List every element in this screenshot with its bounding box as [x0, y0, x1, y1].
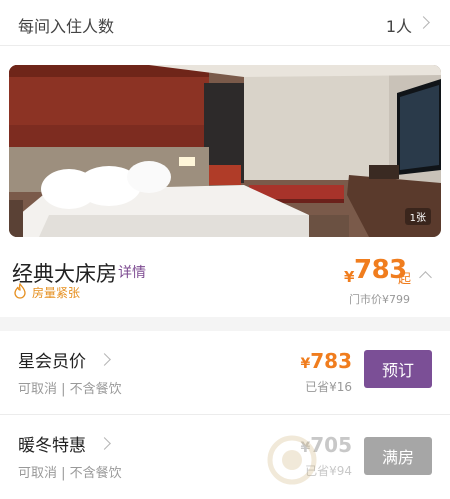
watermark-logo — [267, 435, 317, 485]
rate-plan-policy: 可取消 | 不含餐饮 — [18, 382, 122, 397]
rate-plan-name: 暖冬特惠 — [18, 436, 86, 456]
market-price: 门市价¥799 — [349, 293, 410, 306]
chevron-up-icon[interactable] — [419, 271, 432, 284]
rate-plan-currency: ¥ — [300, 356, 311, 372]
rate-plan-row[interactable]: 星会员价 可取消 | 不含餐饮 ¥783 已省¥16 预订 — [0, 331, 450, 415]
price-suffix: 起 — [398, 272, 412, 287]
rate-plan-row[interactable]: 暖冬特惠 可取消 | 不含餐饮 ¥705 已省¥94 满房 — [0, 415, 450, 499]
book-button[interactable]: 预订 — [364, 350, 432, 388]
room-photo[interactable]: 1张 — [9, 65, 441, 237]
section-divider — [0, 317, 450, 331]
guests-per-room-row[interactable]: 每间入住人数 1人 — [0, 0, 450, 46]
guests-label: 每间入住人数 — [18, 17, 115, 36]
guests-value: 1人 — [385, 17, 412, 36]
rate-plan-savings: 已省¥16 — [305, 380, 352, 394]
price-currency: ¥ — [344, 268, 355, 286]
photo-count-badge: 1张 — [404, 208, 431, 225]
room-header[interactable]: 经典大床房 详情 房量紧张 ¥ 783 起 门市价¥799 — [0, 237, 450, 317]
rate-plan-policy: 可取消 | 不含餐饮 — [18, 466, 122, 481]
room-detail-link[interactable]: 详情 — [118, 262, 146, 282]
sold-out-button[interactable]: 满房 — [364, 437, 432, 475]
room-photo-image — [9, 65, 441, 237]
chevron-right-icon — [417, 16, 430, 29]
room-scarcity-label: 房量紧张 — [32, 286, 81, 300]
fire-icon — [14, 283, 26, 299]
rate-plan-price-value: 783 — [310, 349, 352, 373]
rate-plan-price: ¥783 — [301, 349, 353, 373]
chevron-right-icon — [98, 353, 111, 366]
chevron-right-icon — [98, 437, 111, 450]
rate-plan-name: 星会员价 — [18, 352, 86, 372]
